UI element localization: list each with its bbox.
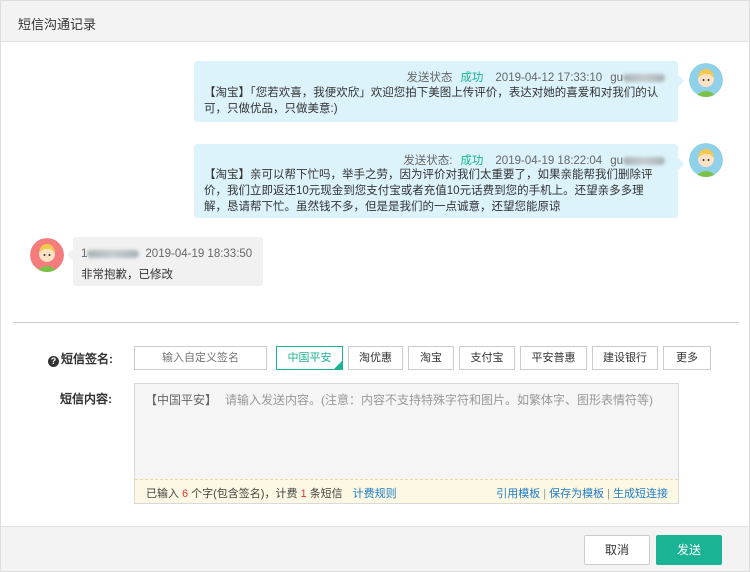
use-template-link[interactable]: 引用模板	[496, 488, 540, 500]
content-placeholder-text: 请输入发送内容。(注意：内容不支持特殊字符和图片。如繁体字、图形表情符等)	[225, 393, 654, 407]
outgoing-message: 发送状态 成功 2019-04-12 17:33:10 gu 【淘宝】「您若欢喜，我便…	[194, 61, 684, 122]
signature-option-label: 平安普惠	[531, 352, 576, 364]
short-link-link[interactable]: 生成短连接	[613, 488, 668, 500]
message-time: 2019-04-12 17:33:10	[495, 72, 603, 84]
message-meta: 发送状态: 成功 2019-04-19 18:22:04 gu	[403, 152, 665, 168]
message-time: 2019-04-19 18:22:04	[495, 155, 603, 167]
counter-char-suffix: 个字(包含签名)，计费	[191, 488, 298, 500]
separator: |	[607, 488, 610, 500]
signature-option[interactable]: 建设银行	[592, 346, 658, 370]
incoming-message: 1 2019-04-19 18:33:50 非常抱歉，已修改	[67, 237, 263, 286]
dialog-header: 短信沟通记录	[1, 1, 749, 42]
more-signatures-button[interactable]: 更多	[663, 346, 711, 370]
separator: |	[543, 488, 547, 500]
status-label: 发送状态	[406, 72, 453, 84]
dialog-title: 短信沟通记录	[18, 17, 97, 32]
sender-name: gu	[610, 155, 623, 167]
content-placeholder: 【中国平安】 请输入发送内容。(注意：内容不支持特殊字符和图片。如繁体字、图形表情…	[145, 391, 653, 408]
message-time: 2019-04-19 18:33:50	[145, 248, 253, 260]
signature-option-label: 淘优惠	[359, 352, 392, 364]
status-label: 发送状态:	[403, 155, 453, 167]
save-template-link[interactable]: 保存为模板	[549, 488, 604, 500]
signature-option-label: 建设银行	[603, 352, 647, 364]
outgoing-message: 发送状态: 成功 2019-04-19 18:22:04 gu 【淘宝】亲可以帮下忙吗…	[194, 144, 684, 218]
message-meta: 发送状态 成功 2019-04-12 17:33:10 gu	[406, 69, 665, 85]
sms-content-textarea[interactable]: 【中国平安】 请输入发送内容。(注意：内容不支持特殊字符和图片。如繁体字、图形表情…	[134, 383, 679, 504]
redacted-mask	[87, 249, 140, 258]
send-button[interactable]: 发送	[656, 535, 722, 565]
bubble-tail	[67, 249, 73, 261]
content-actions: 引用模板 | 保存为模板 | 生成短连接	[496, 485, 668, 501]
sender-name: gu	[610, 72, 623, 84]
cancel-button[interactable]: 取消	[584, 535, 650, 565]
counter-sms-suffix: 条短信	[309, 488, 343, 500]
char-counter: 已输入 6 个字(包含签名)，计费 1 条短信 计费规则	[146, 485, 397, 501]
help-icon[interactable]: ?	[48, 356, 59, 367]
redacted-mask	[623, 156, 665, 165]
signature-option-label: 支付宝	[470, 352, 504, 364]
signature-label-text: 短信签名:	[61, 352, 113, 366]
signature-option[interactable]: 支付宝	[459, 346, 515, 370]
counter-prefix: 已输入	[146, 488, 179, 500]
message-meta: 1 2019-04-19 18:33:50	[81, 248, 252, 260]
message-text: 【淘宝】「您若欢喜，我便欢欣」欢迎您拍下美图上传评价，表达对她的喜爱和对我们的认…	[204, 87, 659, 115]
sms-count: 1	[300, 488, 307, 500]
status-value: 成功	[460, 155, 484, 167]
content-label: 短信内容:	[60, 392, 112, 406]
sms-dialog: 短信沟通记录 发送状态 成功 2019-04-12 17:33:10 gu 【淘宝】「…	[0, 0, 750, 572]
billing-rules-link[interactable]: 计费规则	[353, 488, 397, 500]
content-prefix: 【中国平安】	[145, 393, 218, 407]
signature-option-label: 中国平安	[287, 352, 332, 364]
avatar	[30, 238, 64, 272]
signature-option-label: 更多	[676, 352, 698, 364]
message-text: 【淘宝】亲可以帮下忙吗，举手之劳，因为评价对我们太重要了，如果亲能帮我们删除评价…	[204, 169, 653, 213]
avatar	[689, 63, 723, 97]
divider	[13, 322, 739, 323]
signature-option[interactable]: 淘宝	[408, 346, 454, 370]
signature-label: ? 短信签名:	[48, 350, 113, 367]
message-text: 非常抱歉，已修改	[81, 269, 173, 281]
custom-signature-input[interactable]	[134, 346, 267, 370]
signature-option[interactable]: 平安普惠	[520, 346, 587, 370]
bubble-tail	[678, 158, 684, 170]
char-counter-bar: 已输入 6 个字(包含签名)，计费 1 条短信 计费规则 引用模板 | 保存为模板 | 生成短连接	[135, 479, 678, 503]
signature-option[interactable]: 淘优惠	[348, 346, 403, 370]
signature-option-label: 淘宝	[420, 352, 442, 364]
redacted-mask	[623, 73, 665, 82]
selected-check-icon	[333, 360, 343, 370]
avatar	[689, 143, 723, 177]
signature-option[interactable]: 中国平安	[276, 346, 343, 370]
status-value: 成功	[460, 72, 484, 84]
char-count: 6	[182, 488, 189, 500]
bubble-tail	[678, 75, 684, 87]
